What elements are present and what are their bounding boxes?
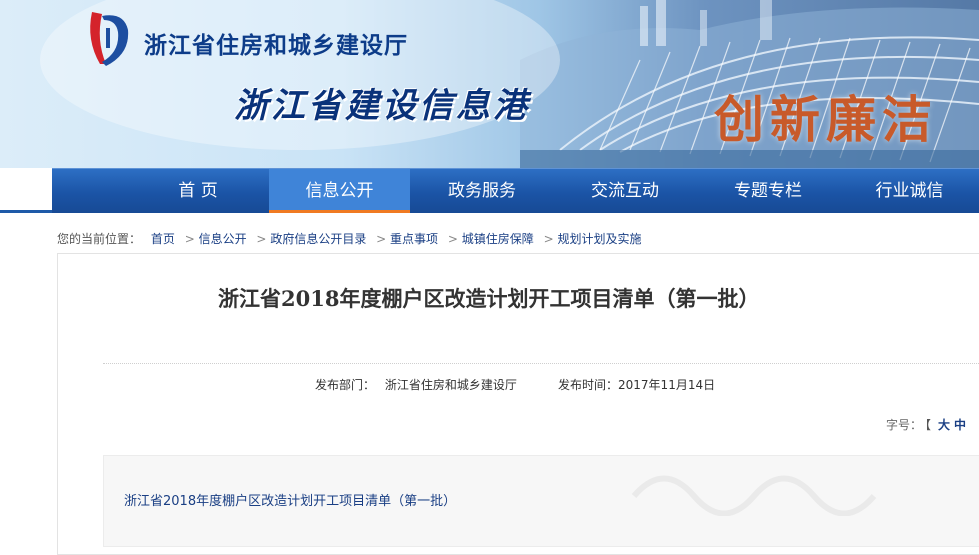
publisher-value: 浙江省住房和城乡建设厅 (384, 378, 517, 392)
breadcrumb-item-key-matters[interactable]: 重点事项 (390, 232, 438, 246)
breadcrumb-item-planning[interactable]: 规划计划及实施 (558, 232, 642, 246)
watermark-icon (631, 475, 877, 517)
attachment-link[interactable]: 浙江省2018年度棚户区改造计划开工项目清单（第一批） (124, 490, 456, 509)
font-size-label: 字号： (886, 418, 923, 432)
date-meta: 发布时间：2017年11月14日 (558, 376, 715, 393)
main-nav: 首 页 信息公开 政务服务 交流互动 专题专栏 行业诚信 (52, 168, 979, 213)
article-title: 浙江省2018年度棚户区改造计划开工项目清单（第一批） (218, 286, 760, 311)
site-name: 浙江省住房和城乡建设厅 (144, 33, 408, 59)
breadcrumb-item-home[interactable]: 首页 (151, 232, 175, 246)
font-size-large[interactable]: 大 (938, 418, 950, 432)
font-size-medium[interactable]: 中 (954, 418, 966, 432)
breadcrumb: 您的当前位置： 首页 > 信息公开 > 政府信息公开目录 > 重点事项 > 城镇… (57, 230, 642, 247)
breadcrumb-separator: > (184, 232, 195, 246)
breadcrumb-separator: > (256, 232, 267, 246)
site-banner: 浙江省住房和城乡建设厅 浙江省建设信息港 创新廉洁 (0, 0, 979, 168)
site-slogan: 浙江省建设信息港 (234, 86, 530, 126)
breadcrumb-prefix: 您的当前位置： (57, 232, 142, 246)
breadcrumb-item-info-disclosure[interactable]: 信息公开 (199, 232, 247, 246)
font-size-selector: 字号：【大中 (886, 416, 966, 433)
title-divider (103, 363, 979, 364)
nav-item-home[interactable]: 首 页 (128, 169, 268, 213)
article-body: 浙江省2018年度棚户区改造计划开工项目清单（第一批） (103, 455, 979, 547)
watermark-decoration (624, 456, 884, 527)
site-logo-icon (90, 12, 129, 66)
breadcrumb-separator: > (447, 232, 458, 246)
nav-item-government-services[interactable]: 政务服务 (411, 169, 553, 213)
breadcrumb-separator: > (376, 232, 387, 246)
date-value: 2017年11月14日 (618, 378, 716, 392)
breadcrumb-separator: > (543, 232, 554, 246)
date-label: 发布时间： (558, 378, 619, 392)
nav-item-info-disclosure[interactable]: 信息公开 (269, 169, 410, 213)
nav-item-special-topics[interactable]: 专题专栏 (697, 169, 839, 213)
font-size-bracket: 【 (925, 418, 932, 432)
nav-item-interaction[interactable]: 交流互动 (554, 169, 696, 213)
breadcrumb-item-catalog[interactable]: 政府信息公开目录 (270, 232, 366, 246)
publisher-label: 发布部门： (315, 378, 376, 392)
banner-motto: 创新廉洁 (714, 90, 938, 149)
breadcrumb-item-housing[interactable]: 城镇住房保障 (462, 232, 534, 246)
nav-item-industry-credit[interactable]: 行业诚信 (840, 169, 979, 213)
publisher-meta: 发布部门： 浙江省住房和城乡建设厅 (315, 376, 517, 393)
